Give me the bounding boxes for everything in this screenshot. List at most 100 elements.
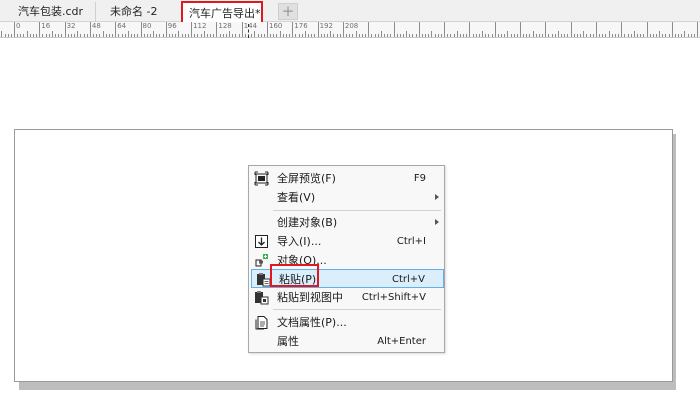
menu-item-fullscreen-preview[interactable]: 全屏预览(F) F9 xyxy=(250,169,444,188)
menu-item-label: 文档属性(P)... xyxy=(277,316,347,329)
ruler-tick xyxy=(380,31,382,37)
submenu-arrow-icon xyxy=(435,219,439,225)
ruler-tick xyxy=(96,34,98,37)
ruler-tick xyxy=(1,31,3,37)
ruler-tick xyxy=(26,31,28,37)
ruler-tick xyxy=(456,31,458,37)
tab-car-packaging[interactable]: 汽车包装.cdr xyxy=(12,2,96,22)
ruler-tick xyxy=(162,34,164,37)
ruler-tick xyxy=(235,34,237,37)
menu-item-properties[interactable]: 属性 Alt+Enter xyxy=(250,332,444,351)
ruler-label: 144 xyxy=(243,22,258,30)
ruler-label: 32 xyxy=(66,22,76,30)
ruler-tick xyxy=(301,34,303,37)
ruler-label: 208 xyxy=(344,22,359,30)
ruler-tick xyxy=(497,34,499,37)
ruler-tick xyxy=(39,22,41,37)
ruler-tick xyxy=(64,22,66,37)
ruler-tick xyxy=(507,31,509,37)
ruler-tick xyxy=(93,34,95,37)
menu-item-document-properties[interactable]: 文档属性(P)... xyxy=(250,313,444,332)
ruler-tick xyxy=(298,34,300,37)
ruler-tick xyxy=(187,34,189,37)
ruler-tick xyxy=(105,34,107,37)
ruler-tick xyxy=(418,22,420,37)
ruler-tick xyxy=(523,34,525,37)
ruler-tick xyxy=(463,34,465,37)
ruler-tick xyxy=(621,22,623,37)
ruler-tick xyxy=(504,34,506,37)
ruler-tick xyxy=(317,22,319,37)
ruler-tick xyxy=(140,22,142,37)
ruler-tick xyxy=(425,34,427,37)
ruler-tick xyxy=(637,34,638,37)
import-icon xyxy=(254,234,269,249)
menu-item-paste-in-view[interactable]: 粘贴到视图中 Ctrl+Shift+V xyxy=(250,288,444,307)
ruler-tick xyxy=(225,34,227,37)
ruler-tick xyxy=(690,34,692,37)
ruler-tick xyxy=(586,34,588,37)
ruler-tick xyxy=(172,34,174,37)
ruler-tick xyxy=(124,34,126,37)
add-tab-button[interactable]: + xyxy=(278,3,298,20)
menu-item-view[interactable]: 查看(V) xyxy=(250,188,444,207)
ruler-tick xyxy=(342,22,344,37)
ruler-tick xyxy=(371,34,373,37)
ruler-tick xyxy=(260,34,262,37)
ruler-tick xyxy=(478,34,480,37)
ruler-tick xyxy=(229,31,231,37)
ruler-tick xyxy=(390,34,392,37)
ruler-tick xyxy=(131,34,132,37)
ruler-tick xyxy=(576,34,578,37)
document-properties-icon xyxy=(254,315,269,330)
ruler-tick xyxy=(608,31,610,37)
ruler-tick xyxy=(77,31,79,37)
ruler-tick xyxy=(573,34,575,37)
paste-annotation-highlight xyxy=(270,264,319,287)
ruler-tick xyxy=(513,34,515,37)
ruler-tick xyxy=(178,31,180,37)
ruler-tick xyxy=(678,34,680,37)
ruler-tick xyxy=(589,34,591,37)
ruler-tick xyxy=(361,34,363,37)
ruler-tick xyxy=(279,31,281,37)
ruler-tick xyxy=(494,22,496,37)
ruler-tick xyxy=(333,34,335,37)
horizontal-ruler[interactable]: 0 16 32 48 64 80 96 112 128 144 160 176 192 208 xyxy=(0,22,700,38)
ruler-tick xyxy=(20,34,22,37)
menu-item-shortcut: Ctrl+Shift+V xyxy=(361,292,426,303)
tab-untitled-2[interactable]: 未命名 -2 xyxy=(104,2,176,22)
ruler-tick xyxy=(529,34,531,37)
ruler-tick xyxy=(614,34,616,37)
ruler-tick xyxy=(349,34,351,37)
ruler-tick xyxy=(693,34,695,37)
ruler-tick xyxy=(655,34,657,37)
tab-car-ad-export[interactable]: 汽车广告导出* xyxy=(181,1,263,24)
menu-item-import[interactable]: 导入(I)... Ctrl+I xyxy=(250,232,444,251)
ruler-tick xyxy=(668,34,670,37)
ruler-tick xyxy=(671,22,673,37)
ruler-tick xyxy=(611,34,613,37)
menu-item-create-object[interactable]: 创建对象(B) xyxy=(250,213,444,232)
ruler-tick xyxy=(295,34,297,37)
ruler-tick xyxy=(469,22,471,37)
ruler-tick xyxy=(267,22,268,37)
ruler-cursor-guide xyxy=(248,24,249,38)
menu-item-shortcut: F9 xyxy=(413,173,426,184)
ruler-tick xyxy=(570,22,572,37)
ruler-tick xyxy=(181,34,183,37)
ruler-tick xyxy=(520,22,521,37)
ruler-tick xyxy=(352,34,354,37)
ruler-tick xyxy=(554,34,556,37)
ruler-tick xyxy=(257,34,259,37)
ruler-tick xyxy=(406,31,408,37)
ruler-tick xyxy=(387,34,389,37)
ruler-tick xyxy=(674,34,676,37)
ruler-tick xyxy=(402,34,404,37)
ruler-tick xyxy=(491,34,493,37)
ruler-label: 128 xyxy=(218,22,232,30)
ruler-tick xyxy=(191,22,193,37)
ruler-tick xyxy=(23,34,25,37)
ruler-tick xyxy=(165,22,167,37)
ruler-tick xyxy=(393,22,395,37)
